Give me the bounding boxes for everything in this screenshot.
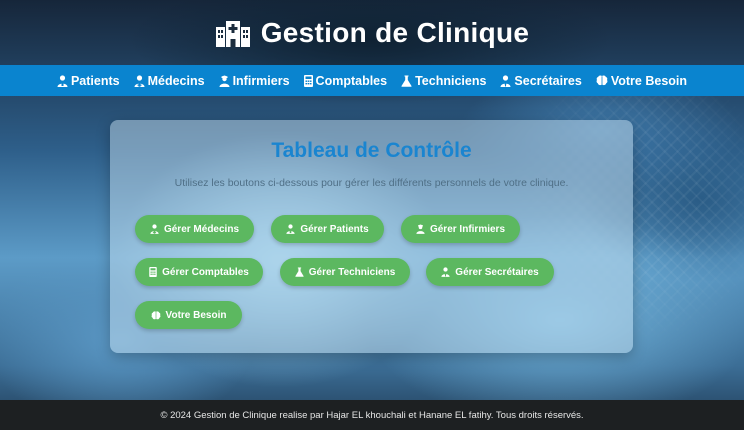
control-panel: Tableau de Contrôle Utilisez les boutons… [110,120,633,353]
panel-subtitle: Utilisez les boutons ci-dessous pour gér… [174,177,569,189]
user-nurse-icon [219,75,230,87]
button-label: Gérer Secrétaires [455,266,539,278]
nav-item-label: Infirmiers [232,73,290,88]
user-injured-icon [286,224,295,234]
nav-item-infirmiers[interactable]: Infirmiers [219,74,290,88]
nav-item-patients[interactable]: Patients [57,74,120,88]
button-label: Gérer Techniciens [308,266,396,278]
flask-icon [401,75,412,87]
user-doctor-icon [150,224,159,234]
user-tie-icon [441,267,450,277]
button-label: Gérer Patients [300,223,369,235]
nav-item-techniciens[interactable]: Techniciens [401,74,486,88]
site-footer: © 2024 Gestion de Clinique realise par H… [0,400,744,430]
site-header: Gestion de Clinique [0,0,744,65]
user-nurse-icon [416,224,425,234]
nav-item-votre-besoin[interactable]: Votre Besoin [596,74,687,88]
calculator-icon [149,267,157,277]
button-label: Gérer Infirmiers [429,223,506,235]
manage-accountants-button[interactable]: Gérer Comptables [135,258,263,286]
manage-technicians-button[interactable]: Gérer Techniciens [280,258,410,286]
button-label: Votre Besoin [165,309,227,321]
nav-item-label: Comptables [315,73,388,88]
user-doctor-icon [134,74,145,87]
main-nav: Patients Médecins Infirmiers Comptables … [0,65,744,96]
calculator-icon [303,74,313,87]
votre-besoin-button[interactable]: Votre Besoin [135,301,242,329]
manage-patients-button[interactable]: Gérer Patients [271,215,384,243]
nav-item-label: Secrétaires [514,73,582,88]
panel-title: Tableau de Contrôle [271,139,472,162]
nav-item-label: Techniciens [415,73,487,88]
button-label: Gérer Comptables [162,266,249,278]
button-label: Gérer Médecins [163,223,240,235]
flask-icon [295,267,304,277]
user-tie-icon [500,74,511,87]
footer-text: © 2024 Gestion de Clinique realise par H… [160,409,584,421]
site-title: Gestion de Clinique [260,16,530,48]
user-injured-icon [57,74,68,87]
nav-item-label: Votre Besoin [610,73,688,88]
nav-item-comptables[interactable]: Comptables [303,73,388,88]
manage-nurses-button[interactable]: Gérer Infirmiers [401,215,520,243]
brain-icon [596,75,608,86]
nav-item-medecins[interactable]: Médecins [134,74,205,88]
nav-item-secretaires[interactable]: Secrétaires [500,73,582,88]
manage-secretaries-button[interactable]: Gérer Secrétaires [426,258,554,286]
brain-icon [151,310,161,320]
nav-item-label: Médecins [147,73,205,88]
manage-doctors-button[interactable]: Gérer Médecins [135,215,254,243]
nav-item-label: Patients [70,73,120,88]
hospital-icon [215,19,251,47]
